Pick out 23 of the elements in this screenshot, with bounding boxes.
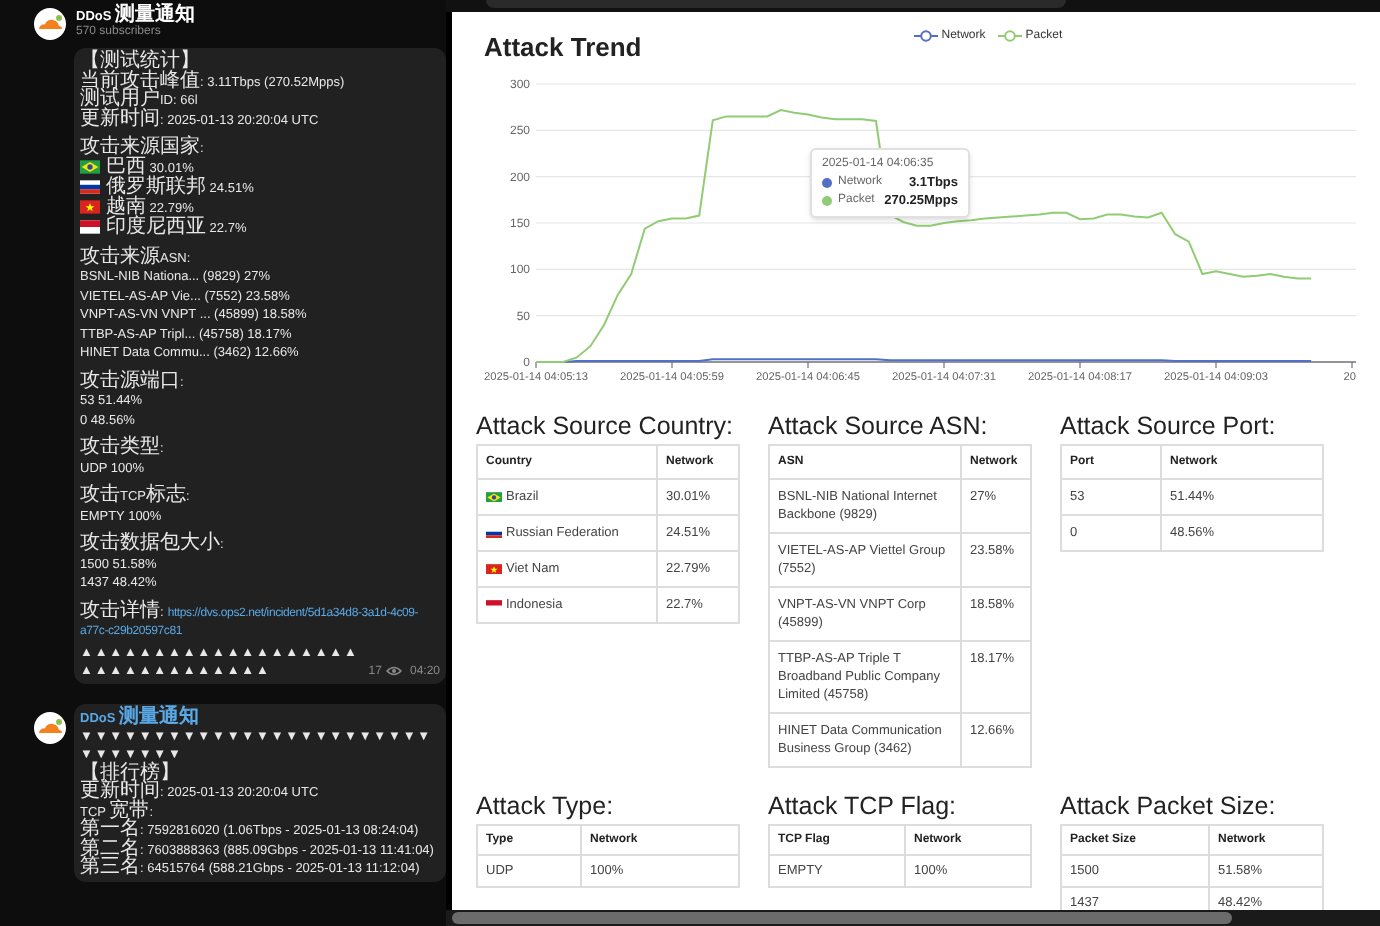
section-title: Attack TCP Flag: [768,792,959,822]
flag-icon [486,527,502,539]
flag-icon [80,200,100,214]
flag-icon [486,491,502,503]
eye-icon [385,666,402,676]
message-line: 【排行榜】 [80,763,182,782]
section-title: Attack Source Port: [1060,412,1278,442]
legend-line-icon [997,30,1022,42]
section-title: Attack Source ASN: [768,412,990,442]
flag-icon [486,563,502,575]
flag-icon [486,599,502,611]
scrollbar[interactable] [446,910,1380,926]
message-line: 【测试统计】 [80,52,202,71]
section-title: Attack Packet Size: [1060,792,1278,822]
flag-icon [80,160,100,174]
flag-icon [80,220,100,234]
legend-line-icon [913,30,938,42]
chart-title: Attack Trend [484,30,642,67]
section-title: Attack Type: [476,792,616,822]
cloud-logo-avatar [34,8,66,40]
flag-icon [80,180,100,194]
cloud-logo-avatar [34,711,66,743]
section-title: Attack Source Country: [476,412,736,442]
